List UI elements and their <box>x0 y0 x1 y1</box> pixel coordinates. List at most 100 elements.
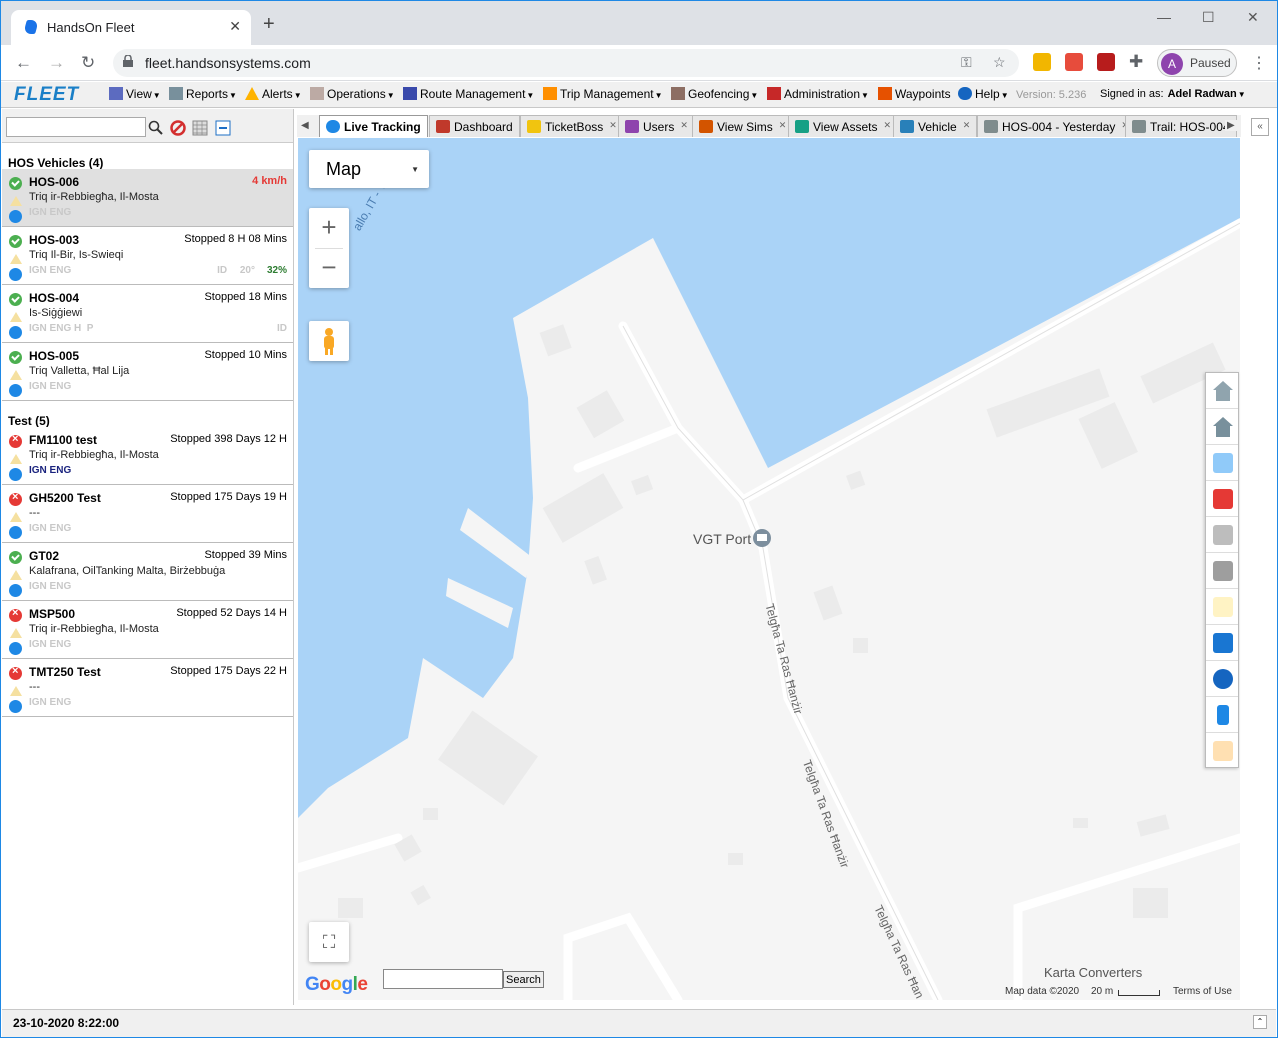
menu-geofencing[interactable]: Geofencing▼ <box>671 87 758 101</box>
menu-trip-management[interactable]: Trip Management▼ <box>543 87 663 101</box>
menu-operations[interactable]: Operations▼ <box>310 87 395 101</box>
vehicle-row[interactable]: MSP500 Stopped 52 Days 14 H Triq ir-Rebb… <box>2 601 293 659</box>
home-tool[interactable] <box>1206 373 1238 409</box>
menu-view[interactable]: View▼ <box>109 87 161 101</box>
grid-view-icon[interactable] <box>192 120 208 136</box>
menu-alerts[interactable]: Alerts▼ <box>245 87 302 101</box>
map-search-button[interactable]: Search <box>503 971 544 988</box>
close-tab-icon[interactable]: ✕ <box>609 120 617 130</box>
menu-administration[interactable]: Administration▼ <box>767 87 869 101</box>
tab-view-assets[interactable]: View Assets ✕ <box>788 115 899 137</box>
vehicle-row[interactable]: HOS-003 Stopped 8 H 08 Mins Triq Il-Bir,… <box>2 227 293 285</box>
fullscreen-button[interactable]: ⛶ <box>309 922 349 962</box>
minimize-icon[interactable]: — <box>1157 9 1171 25</box>
profile-button[interactable]: A Paused <box>1157 49 1237 77</box>
tab-live-tracking[interactable]: Live Tracking <box>319 115 428 137</box>
extension-notes-icon[interactable] <box>1033 53 1051 71</box>
vehicle-row[interactable]: GT02 Stopped 39 Mins Kalafrana, OilTanki… <box>2 543 293 601</box>
locate-vehicle-icon[interactable] <box>9 326 22 339</box>
poi-tool[interactable] <box>1206 733 1238 769</box>
new-tab-icon[interactable]: + <box>263 14 275 34</box>
bookmark-star-icon[interactable]: ☆ <box>993 54 1006 71</box>
map-type-select[interactable]: Map ▼ <box>309 150 429 188</box>
add-waypoint-tool[interactable] <box>1206 481 1238 517</box>
locate-vehicle-icon[interactable] <box>9 584 22 597</box>
terms-of-use-link[interactable]: Terms of Use <box>1173 986 1232 997</box>
maximize-icon[interactable]: ☐ <box>1202 9 1215 26</box>
stack-tool[interactable] <box>1206 697 1238 733</box>
search-icon[interactable] <box>148 120 164 136</box>
browser-tab[interactable]: HandsOn Fleet ✕ <box>11 10 251 45</box>
tab-ticketboss[interactable]: TicketBoss ✕ <box>520 115 624 137</box>
weather-tool[interactable] <box>1206 589 1238 625</box>
extensions-puzzle-icon[interactable]: ✚ <box>1129 52 1143 72</box>
expand-up-icon[interactable]: ⌃ <box>1253 1015 1267 1029</box>
locate-vehicle-icon[interactable] <box>9 468 22 481</box>
reload-icon[interactable]: ↻ <box>81 53 95 73</box>
locate-vehicle-icon[interactable] <box>9 210 22 223</box>
vehicle-row[interactable]: HOS-005 Stopped 10 Mins Triq Valletta, Ħ… <box>2 343 293 401</box>
vehicle-row[interactable]: FM1100 test Stopped 398 Days 12 H Triq i… <box>2 427 293 485</box>
place-label-vgt-port[interactable]: VGT Port <box>693 531 751 547</box>
tab-view-sims[interactable]: View Sims ✕ <box>692 115 794 137</box>
draw-tool[interactable] <box>1206 445 1238 481</box>
status-ok-icon <box>9 351 22 364</box>
url-text: fleet.handsonsystems.com <box>145 55 311 71</box>
collapse-all-icon[interactable] <box>215 120 231 136</box>
back-icon[interactable]: ← <box>15 53 32 73</box>
zoom-out-button[interactable]: − <box>309 252 349 283</box>
collapse-panel-icon[interactable]: « <box>1251 118 1269 136</box>
vehicle-row[interactable]: HOS-004 Stopped 18 Mins Is-Siġġiewi IGN … <box>2 285 293 343</box>
vehicle-search-input[interactable] <box>6 117 146 137</box>
menu-waypoints[interactable]: Waypoints <box>878 87 951 101</box>
avatar: A <box>1161 53 1183 75</box>
tab-trail-hos-004[interactable]: Trail: HOS-004 <box>1125 115 1237 137</box>
layers-tool[interactable] <box>1206 661 1238 697</box>
vehicle-row[interactable]: HOS-006 4 km/h Triq ir-Rebbiegħa, Il-Mos… <box>2 169 293 227</box>
vehicle-row[interactable]: TMT250 Test Stopped 175 Days 22 H --- IG… <box>2 659 293 717</box>
tab-dashboard[interactable]: Dashboard <box>429 115 520 137</box>
close-window-icon[interactable]: ✕ <box>1247 9 1259 26</box>
menu-reports[interactable]: Reports▼ <box>169 87 237 101</box>
forward-icon[interactable]: → <box>48 53 65 73</box>
group-header-test[interactable]: Test (5) <box>2 409 293 429</box>
clear-filter-icon[interactable] <box>170 120 186 136</box>
ignition-indicator: IGN ENG <box>29 465 72 476</box>
traffic-tool[interactable] <box>1206 517 1238 553</box>
zoom-in-button[interactable]: + <box>309 212 349 243</box>
group-header-hos[interactable]: HOS Vehicles (4) <box>2 151 293 171</box>
vehicle-status: Stopped 39 Mins <box>204 549 287 561</box>
extension-ublock-icon[interactable] <box>1065 53 1083 71</box>
tab-vehicle[interactable]: Vehicle ✕ <box>893 115 978 137</box>
locate-vehicle-icon[interactable] <box>9 642 22 655</box>
close-tab-icon[interactable]: ✕ <box>229 18 241 35</box>
place-label-karta-converters[interactable]: Karta Converters <box>1044 965 1142 980</box>
street-view-pegman[interactable] <box>309 321 349 361</box>
locate-vehicle-icon[interactable] <box>9 526 22 539</box>
status-offline-icon <box>9 665 22 680</box>
menu-help[interactable]: Help▼ <box>958 87 1009 101</box>
map-view[interactable]: VGT Port Karta Converters Telgħa Ta Ras … <box>298 138 1240 1000</box>
tab-hos-004-yesterday[interactable]: HOS-004 - Yesterday✕ <box>977 115 1136 137</box>
locate-vehicle-icon[interactable] <box>9 268 22 281</box>
browser-menu-icon[interactable]: ⋮ <box>1251 53 1267 73</box>
tabs-scroll-left-icon[interactable]: ◀ <box>301 120 309 131</box>
tab-users[interactable]: Users ✕ <box>618 115 695 137</box>
close-tab-icon[interactable]: ✕ <box>680 120 688 130</box>
locate-vehicle-icon[interactable] <box>9 384 22 397</box>
map-search-input[interactable] <box>383 969 503 989</box>
locate-vehicle-icon[interactable] <box>9 700 22 713</box>
sound-tool[interactable] <box>1206 553 1238 589</box>
vehicles-tool[interactable] <box>1206 625 1238 661</box>
menu-route-management[interactable]: Route Management▼ <box>403 87 534 101</box>
key-icon[interactable]: ⚿ <box>961 54 972 71</box>
signed-in-menu[interactable]: Signed in as: Adel Radwan▼ <box>1100 88 1246 100</box>
add-home-tool[interactable] <box>1206 409 1238 445</box>
close-tab-icon[interactable]: ✕ <box>883 120 891 130</box>
close-tab-icon[interactable]: ✕ <box>963 120 971 130</box>
vehicle-row[interactable]: GH5200 Test Stopped 175 Days 19 H --- IG… <box>2 485 293 543</box>
close-tab-icon[interactable]: ✕ <box>779 120 787 130</box>
address-bar[interactable]: fleet.handsonsystems.com ⚿ ☆ <box>113 49 1019 77</box>
extension-pdf-icon[interactable] <box>1097 53 1115 71</box>
tabs-scroll-right-icon[interactable]: ▶ <box>1225 120 1237 131</box>
